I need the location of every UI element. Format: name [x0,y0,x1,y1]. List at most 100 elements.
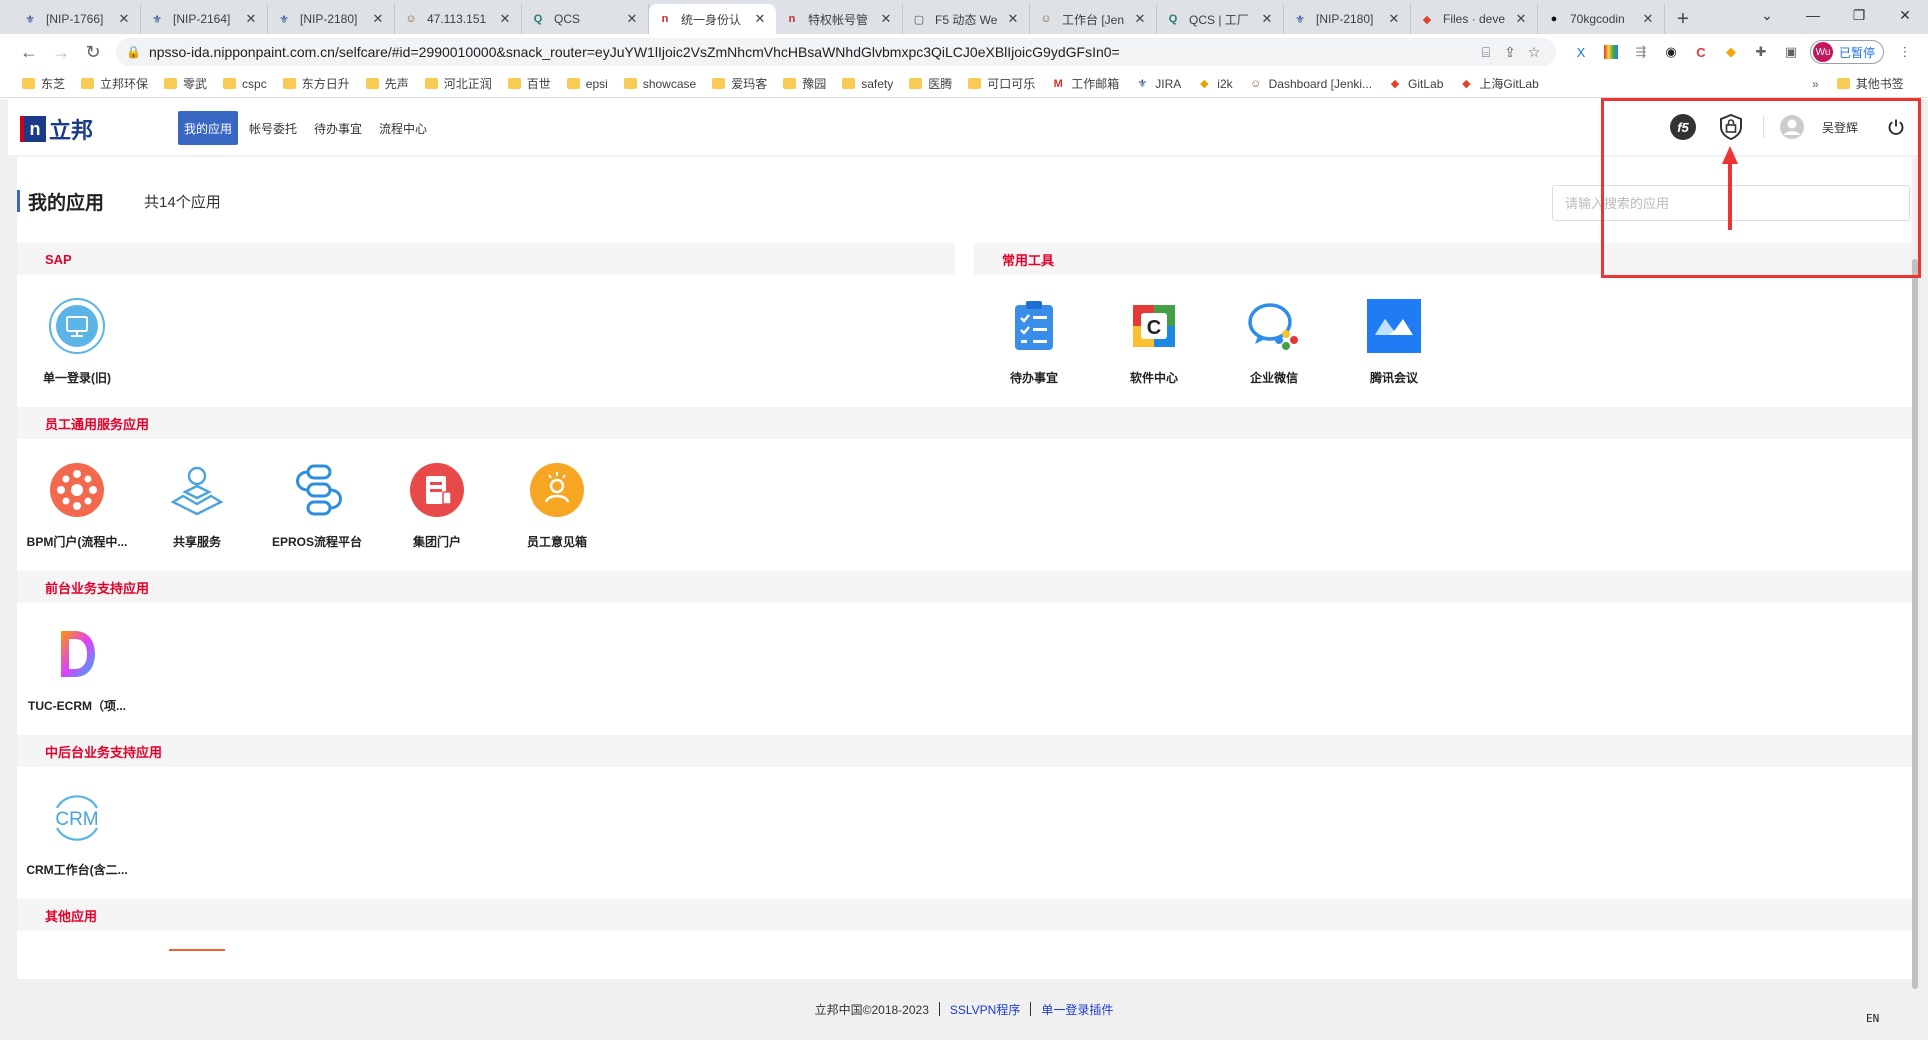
nav-my-apps[interactable]: 我的应用 [178,111,239,145]
bookmark-item[interactable]: 爱玛客 [712,75,767,92]
bookmark-item[interactable]: ☺ Dashboard [Jenki... [1249,75,1372,92]
close-tab-icon[interactable]: ✕ [243,11,259,27]
app-tile-tencent-meeting[interactable]: 腾讯会议 [1334,285,1454,385]
restore-icon[interactable]: ❐ [1836,0,1882,30]
bookmark-item[interactable]: safety [842,75,893,92]
app-tile-bpm[interactable]: BPM门户(流程中... [17,449,137,549]
app-tile-shared-service[interactable]: 共享服务 [137,449,257,549]
bookmark-item[interactable]: 先声 [365,75,409,92]
close-tab-icon[interactable]: ✕ [624,11,640,27]
nav-account-delegation[interactable]: 帐号委托 [243,111,303,145]
nav-todo[interactable]: 待办事宜 [308,111,368,145]
tab-title: [NIP-2180] [1316,12,1374,26]
tab-title: Files · deve [1443,12,1506,26]
app-count: 共14个应用 [144,193,221,211]
extension-c-icon[interactable]: C [1688,39,1714,65]
bookmark-star-icon[interactable]: ☆ [1522,44,1546,61]
app-tile-tuc-ecrm[interactable]: TUC-ECRM（项... [17,613,137,713]
browser-tab-bar: ⚜ [NIP-1766] ✕ ⚜ [NIP-2164] ✕ ⚜ [NIP-2180] ✕ ☺ 47.… [0,0,1928,34]
app-tile-epros[interactable]: EPROS流程平台 [257,449,377,549]
bookmark-item[interactable]: 立邦环保 [81,75,148,92]
bookmark-item[interactable]: 百世 [507,75,551,92]
close-tab-icon[interactable]: ✕ [370,11,386,27]
logo[interactable]: n 立邦 [20,113,93,145]
bookmark-item[interactable]: 河北正润 [424,75,492,92]
lock-icon[interactable]: 🔒 [126,45,141,59]
bookmark-item[interactable]: 东芝 [22,75,65,92]
browser-tab[interactable]: ☺ 工作台 [Jen ✕ [1030,4,1157,34]
bookmark-item[interactable]: ⚜ JIRA [1135,75,1181,92]
bookmark-item[interactable]: M 工作邮箱 [1051,75,1120,92]
close-tab-icon[interactable]: ✕ [1386,11,1402,27]
page-scrollbar[interactable] [1912,259,1918,989]
nav-process-center[interactable]: 流程中心 [373,111,433,145]
close-tab-icon[interactable]: ✕ [1513,11,1529,27]
profile-button[interactable]: Wu 已暂停 [1810,40,1885,64]
browser-menu-icon[interactable]: ⋮ [1892,39,1918,65]
side-panel-icon[interactable]: ▣ [1778,39,1804,65]
bookmark-item[interactable]: ◆ i2k [1197,75,1233,92]
close-window-icon[interactable]: ✕ [1882,0,1928,30]
minimize-icon[interactable]: — [1790,0,1836,30]
sso-plugin-link[interactable]: 单一登录插件 [1041,1001,1113,1018]
forward-icon[interactable]: → [46,37,76,67]
extension-color-icon[interactable] [1598,39,1624,65]
share-icon[interactable]: ⇪ [1498,44,1522,61]
bookmark-item[interactable]: 东方日升 [282,75,350,92]
bookmark-item[interactable]: cspc [223,75,267,92]
close-tab-icon[interactable]: ✕ [1132,11,1148,27]
bookmark-item[interactable]: 可口可乐 [968,75,1035,92]
browser-tab[interactable]: Q QCS | 工厂 ✕ [1157,4,1284,34]
extension-palette-icon[interactable]: ◆ [1718,39,1744,65]
bookmark-item[interactable]: 零武 [164,75,207,92]
tab-search-icon[interactable]: ⌄ [1744,0,1790,30]
bookmark-item[interactable]: ◆ GitLab [1388,75,1444,92]
browser-tab[interactable]: n 统一身份认 ✕ [649,4,776,34]
ime-indicator[interactable]: EN [1866,1012,1879,1025]
bookmark-item[interactable]: ◆ 上海GitLab [1459,75,1539,92]
close-tab-icon[interactable]: ✕ [1005,11,1021,27]
tab-title: F5 动态 We [935,12,998,27]
app-tile-software-center[interactable]: C 软件中心 [1094,285,1214,385]
browser-tab[interactable]: ⚜ [NIP-2164] ✕ [141,4,268,34]
new-tab-button[interactable]: + [1665,4,1701,34]
extensions-puzzle-icon[interactable]: ✚ [1748,39,1774,65]
bookmark-item[interactable]: showcase [623,75,696,92]
app-tile-feedback[interactable]: 员工意见箱 [497,449,617,549]
bookmark-item[interactable]: 豫园 [783,75,826,92]
browser-tab[interactable]: ☺ 47.113.151 ✕ [395,4,522,34]
app-tile-crm[interactable]: CRM CRM工作台(含二... [17,777,137,877]
app-tile-todo[interactable]: 待办事宜 [974,285,1094,385]
close-tab-icon[interactable]: ✕ [878,11,894,27]
browser-tab[interactable]: ▢ F5 动态 We ✕ [903,4,1030,34]
extension-x-icon[interactable]: X [1568,39,1594,65]
browser-tab[interactable]: n 特权帐号管 ✕ [776,4,903,34]
sslvpn-link[interactable]: SSLVPN程序 [950,1001,1020,1018]
app-tile-sso-old[interactable]: 单一登录(旧) [17,285,137,385]
bookmark-item[interactable]: 医腾 [909,75,952,92]
browser-tab[interactable]: ● 70kgcodin ✕ [1538,4,1665,34]
reload-icon[interactable]: ↻ [78,37,108,67]
close-tab-icon[interactable]: ✕ [752,11,768,27]
app-tile-group-portal[interactable]: 集团门户 [377,449,497,549]
browser-tab[interactable]: ⚜ [NIP-1766] ✕ [14,4,141,34]
bookmark-item[interactable]: epsi [566,75,608,92]
browser-tab[interactable]: Q QCS ✕ [522,4,649,34]
extension-badge-icon[interactable]: ◉ [1658,39,1684,65]
browser-tab[interactable]: ⚜ [NIP-2180] ✕ [1284,4,1411,34]
close-tab-icon[interactable]: ✕ [497,11,513,27]
app-tile-wecom[interactable]: 企业微信 [1214,285,1334,385]
back-icon[interactable]: ← [14,37,44,67]
main-content: 我的应用 共14个应用 SAP 单一登录(旧) 常用工具 待办事宜 [17,157,1912,979]
translate-icon[interactable]: ⌸ [1474,44,1498,61]
close-tab-icon[interactable]: ✕ [1259,11,1275,27]
url-text[interactable]: npsso-ida.nipponpaint.com.cn/selfcare/#i… [149,44,1474,60]
extension-arrow-icon[interactable]: ⇶ [1628,39,1654,65]
browser-tab[interactable]: ◆ Files · deve ✕ [1411,4,1538,34]
address-bar[interactable]: 🔒 npsso-ida.nipponpaint.com.cn/selfcare/… [116,38,1556,66]
other-bookmarks[interactable]: » 其他书签 [1812,75,1904,92]
close-tab-icon[interactable]: ✕ [1640,11,1656,27]
browser-tab[interactable]: ⚜ [NIP-2180] ✕ [268,4,395,34]
close-tab-icon[interactable]: ✕ [116,11,132,27]
more-bookmarks-icon[interactable]: » [1812,77,1819,91]
